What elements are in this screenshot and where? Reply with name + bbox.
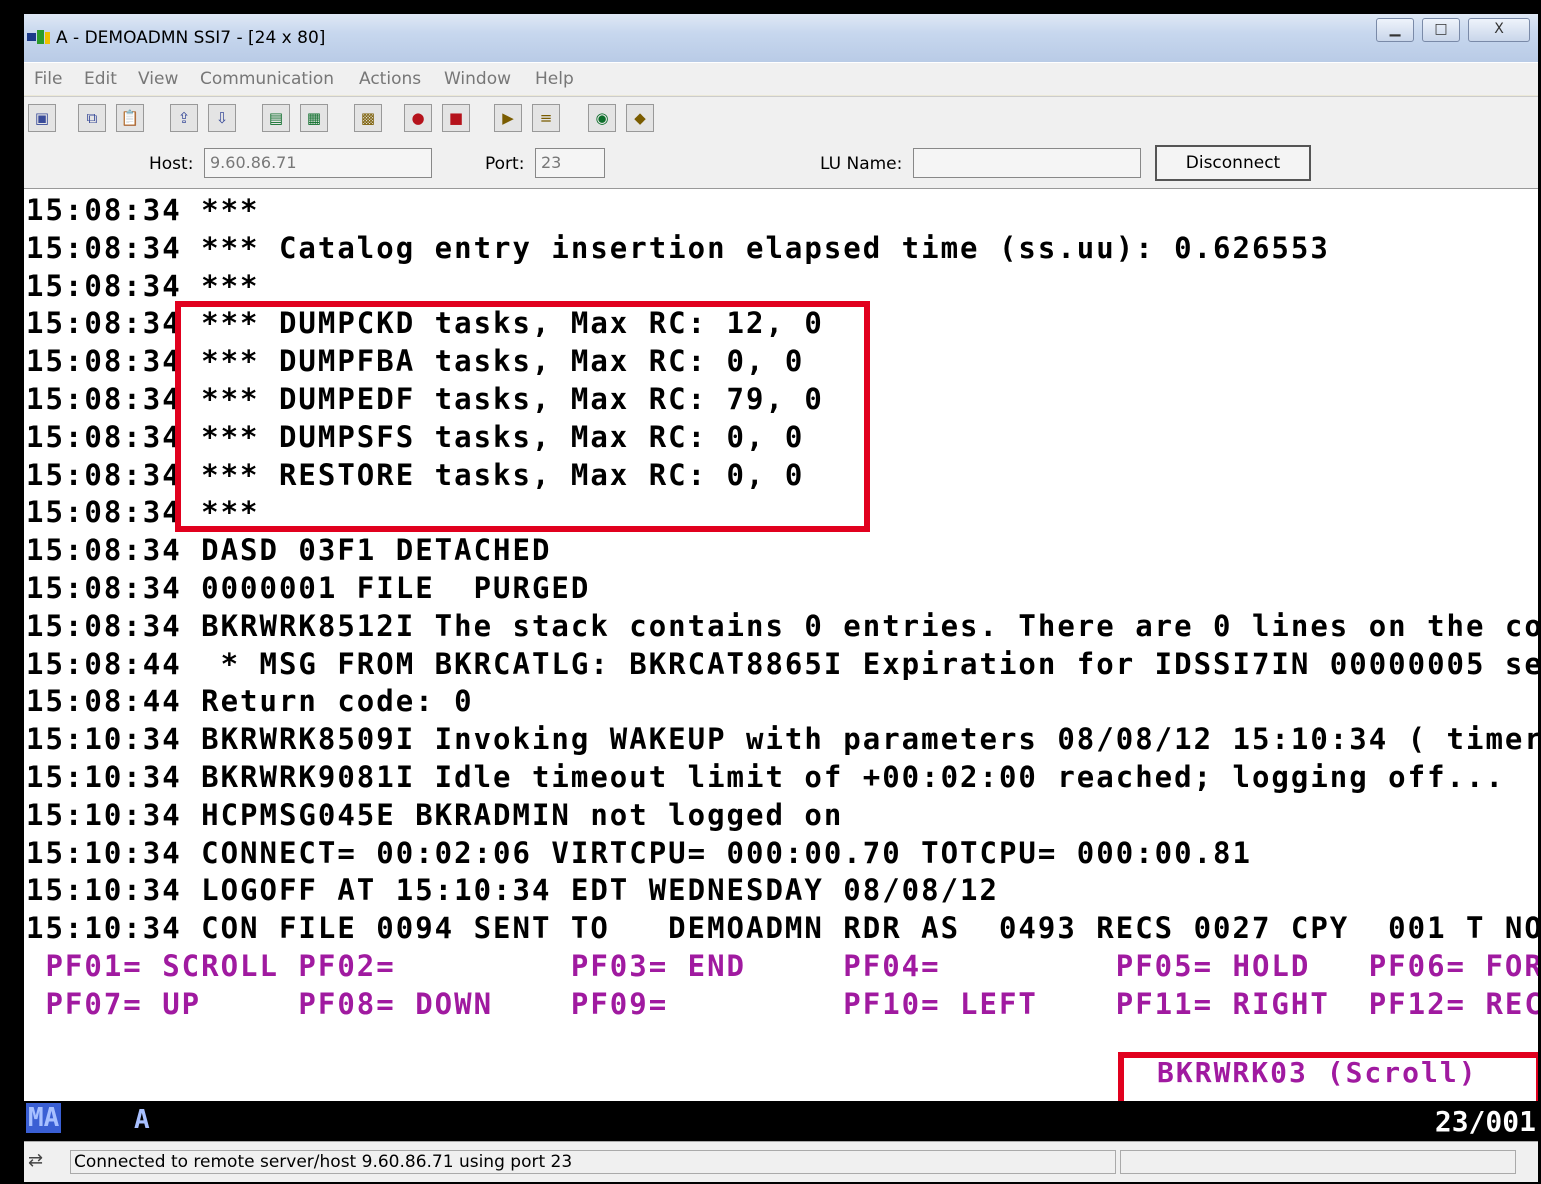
- status-panel: [1120, 1150, 1516, 1174]
- connection-bar: Host: 9.60.86.71 Port: 23 LU Name: Disco…: [24, 142, 1538, 189]
- receive-file-icon[interactable]: ⇩: [208, 104, 236, 132]
- close-icon: X: [1494, 21, 1504, 37]
- terminal-line: 15:10:34 BKRWRK8509I Invoking WAKEUP wit…: [26, 722, 1538, 757]
- oia-mode: MA: [26, 1103, 62, 1133]
- lu-name-label: LU Name:: [820, 154, 903, 174]
- session-icon: [27, 30, 50, 44]
- print-screen-icon[interactable]: ▣: [28, 104, 56, 132]
- menu-help[interactable]: Help: [535, 69, 574, 89]
- menu-window[interactable]: Window: [444, 69, 511, 89]
- lu-name-field[interactable]: [913, 148, 1141, 178]
- disconnect-button[interactable]: Disconnect: [1155, 145, 1311, 181]
- maximize-button[interactable]: □: [1422, 18, 1460, 42]
- status-bar: ⇄ Connected to remote server/host 9.60.8…: [24, 1141, 1538, 1182]
- menu-edit[interactable]: Edit: [84, 69, 117, 89]
- port-label: Port:: [485, 154, 525, 174]
- connection-icon: ⇄: [28, 1150, 44, 1171]
- terminal-line: 15:08:34 BKRWRK8512I The stack contains …: [26, 608, 1538, 643]
- terminal-screen[interactable]: PF07= UP PF08= DOWN PF09= PF10= LEFT PF1…: [24, 189, 1538, 1101]
- host-field[interactable]: 9.60.86.71: [204, 148, 432, 178]
- terminal-line: 15:08:44 Return code: 0: [26, 684, 474, 719]
- maximize-icon: □: [1434, 21, 1448, 37]
- port-field[interactable]: 23: [535, 148, 605, 178]
- keypad-icon[interactable]: ▦: [300, 104, 328, 132]
- highlight-box-max-rc: [175, 301, 870, 532]
- host-label: Host:: [149, 154, 194, 174]
- window-title: A - DEMOADMN SSI7 - [24 x 80]: [56, 28, 326, 48]
- terminal-line: 15:08:34 0000001 FILE PURGED: [26, 571, 591, 605]
- minimize-icon: ▁: [1389, 21, 1401, 37]
- terminal-line: 15:08:34 DASD 03F1 DETACHED: [26, 533, 552, 568]
- macro-icon[interactable]: ▩: [354, 104, 382, 132]
- terminal-line: 15:08:34 ***: [26, 193, 260, 227]
- title-bar[interactable]: A - DEMOADMN SSI7 - [24 x 80] ▁ □ X: [24, 14, 1538, 62]
- play-macro-icon[interactable]: ▶: [494, 104, 522, 132]
- send-file-icon[interactable]: ⇪: [170, 104, 198, 132]
- paste-icon[interactable]: 📋: [116, 104, 144, 132]
- globe-icon[interactable]: ◉: [588, 104, 616, 132]
- toolbar: ▣ ⧉ 📋 ⇪ ⇩ ▤ ▦ ▩ ● ■ ▶ ≡ ◉ ◆: [24, 96, 1538, 143]
- menu-file[interactable]: File: [34, 69, 62, 89]
- record-macro-icon[interactable]: ●: [404, 104, 432, 132]
- pf-key-line: PF01= SCROLL PF02= PF03= END PF04= PF05=…: [26, 949, 1538, 983]
- oia-session: A: [134, 1105, 150, 1135]
- close-button[interactable]: X: [1468, 18, 1530, 42]
- tag-icon[interactable]: ◆: [626, 104, 654, 132]
- emulator-window: A - DEMOADMN SSI7 - [24 x 80] ▁ □ X File…: [24, 14, 1538, 1182]
- pf-key-line: PF07= UP PF08= DOWN PF09= PF10= LEFT PF1…: [26, 986, 1538, 1021]
- terminal-line: 15:08:34 *** Catalog entry insertion ela…: [26, 230, 1330, 265]
- copy-icon[interactable]: ⧉: [78, 104, 106, 132]
- minimize-button[interactable]: ▁: [1376, 18, 1414, 42]
- terminal-line: 15:10:34 CON FILE 0094 SENT TO DEMOADMN …: [26, 911, 1538, 946]
- macro-list-icon[interactable]: ≡: [532, 104, 560, 132]
- cursor-position: 23/001: [1434, 1105, 1536, 1138]
- status-text: Connected to remote server/host 9.60.86.…: [70, 1150, 1116, 1174]
- menu-actions[interactable]: Actions: [359, 69, 421, 89]
- menu-view[interactable]: View: [138, 69, 178, 89]
- terminal-line: 15:10:34 LOGOFF AT 15:10:34 EDT WEDNESDA…: [26, 873, 999, 908]
- terminal-line: 15:10:34 CONNECT= 00:02:06 VIRTCPU= 000:…: [26, 835, 1252, 870]
- operator-info-area: MA A 23/001: [24, 1101, 1538, 1141]
- menu-bar: File Edit View Communication Actions Win…: [24, 62, 1538, 95]
- terminal-line: 15:10:34 BKRWRK9081I Idle timeout limit …: [26, 760, 1505, 794]
- terminal-line: 15:08:44 * MSG FROM BKRCATLG: BKRCAT8865…: [26, 646, 1538, 681]
- display-icon[interactable]: ▤: [262, 104, 290, 132]
- menu-communication[interactable]: Communication: [200, 69, 334, 89]
- scroll-indicator: BKRWRK03 (Scroll): [1157, 1056, 1478, 1089]
- stop-macro-icon[interactable]: ■: [442, 104, 470, 132]
- terminal-line: 15:10:34 HCPMSG045E BKRADMIN not logged …: [26, 797, 844, 832]
- terminal-line: 15:08:34 ***: [26, 268, 260, 303]
